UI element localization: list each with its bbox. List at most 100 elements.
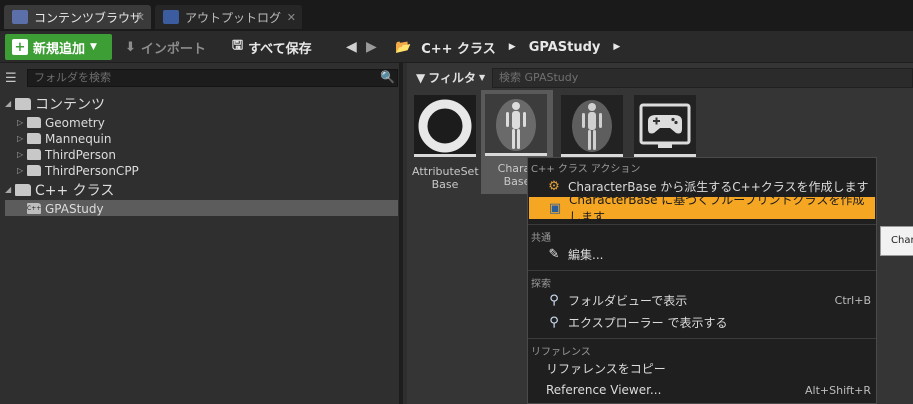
import-icon: ⬇	[125, 39, 136, 55]
menu-item-label: CharacterBase に基づくブループリントクラスを作成します	[569, 193, 865, 224]
collapsed-arrow-icon[interactable]: ▷	[17, 150, 27, 159]
folder-icon	[27, 117, 41, 128]
collapsed-arrow-icon[interactable]: ▷	[17, 118, 27, 127]
breadcrumb-item-gpastudy[interactable]: GPAStudy	[529, 40, 601, 55]
magnifier-icon: ⚲	[549, 314, 559, 330]
save-all-label: すべて保存	[248, 41, 312, 57]
collapsed-arrow-icon[interactable]: ▷	[17, 166, 27, 175]
blueprint-icon: ▣	[548, 200, 562, 216]
add-new-label: 新規追加	[33, 41, 86, 57]
expand-arrow-icon[interactable]: ◢	[5, 185, 15, 194]
chevron-right-icon[interactable]: ▶	[509, 42, 516, 52]
asset-tile-attributesetbase[interactable]: AttributeSet Base	[412, 95, 479, 191]
menu-section-explore: 探索	[531, 279, 551, 290]
menu-item-explorer[interactable]: ⚲ エクスプローラー で表示する	[528, 311, 876, 333]
menu-item-reference-viewer[interactable]: Reference Viewer... Alt+Shift+R	[528, 379, 876, 401]
cpp-folder-icon	[15, 183, 31, 196]
asset-name: AttributeSet Base	[412, 165, 479, 191]
tree-item-geometry[interactable]: ▷ Geometry	[17, 114, 105, 131]
tree-item-label: Mannequin	[45, 131, 112, 146]
breadcrumb-item-cpp-classes[interactable]: C++ クラス	[421, 38, 496, 57]
menu-divider	[528, 270, 876, 271]
chevron-down-icon: ▼	[479, 73, 486, 82]
cpp-folder-icon: C++	[27, 203, 42, 214]
edit-icon: ✎	[548, 246, 560, 262]
menu-item-label: リファレンスをコピー	[546, 361, 666, 376]
folder-search: ☰ フォルダを検索 🔍	[5, 68, 399, 88]
gamepad-icon	[639, 103, 691, 148]
import-button[interactable]: ⬇ インポート	[125, 34, 206, 60]
tree-item-label: ThirdPerson	[45, 147, 116, 162]
folder-open-icon	[15, 97, 31, 110]
ring-icon	[418, 99, 472, 153]
menu-item-folder-view[interactable]: ⚲ フォルダビューで表示 Ctrl+B	[528, 289, 876, 311]
output-log-icon	[163, 10, 179, 24]
tree-item-label: ThirdPersonCPP	[45, 163, 139, 178]
folder-icon	[27, 133, 41, 144]
folder-icon: 📂	[395, 39, 412, 55]
menu-item-copy-reference[interactable]: リファレンスをコピー	[528, 357, 876, 379]
menu-divider	[528, 338, 876, 339]
search-icon[interactable]: 🔍	[380, 70, 395, 84]
tree-item-contents[interactable]: ◢ コンテンツ	[5, 95, 105, 113]
menu-item-edit[interactable]: ✎ 編集...	[528, 243, 876, 265]
tooltip: Char	[880, 226, 913, 256]
tree-item-mannequin[interactable]: ▷ Mannequin	[17, 130, 111, 147]
cpp-class-thumbnail	[414, 95, 476, 157]
tab-output-log[interactable]: アウトプットログ ✕	[155, 5, 302, 29]
filter-label: フィルタ	[428, 71, 476, 85]
toolbar: + 新規追加 ▼ ⬇ インポート 🖫 すべて保存 ◀ ▶ 📂 C++ クラス ▶…	[0, 31, 913, 63]
tree-item-label: C++ クラス	[35, 182, 115, 199]
tree-item-thirdpersoncpp[interactable]: ▷ ThirdPersonCPP	[17, 162, 139, 179]
save-all-button[interactable]: 🖫 すべて保存	[232, 34, 312, 60]
tab-bar: コンテンツブラウザ ✕ アウトプットログ ✕	[0, 0, 913, 31]
asset-name-line2: Base	[431, 178, 459, 191]
folder-icon	[27, 165, 41, 176]
menu-section-reference: リファレンス	[531, 347, 591, 358]
filter-button[interactable]: ▼ フィルタ ▼	[416, 69, 485, 86]
tab-label: アウトプットログ	[185, 10, 282, 25]
asset-search-input[interactable]: 検索 GPAStudy	[492, 68, 913, 88]
save-icon: 🖫	[232, 38, 244, 53]
collapsed-arrow-icon[interactable]: ▷	[17, 134, 27, 143]
menu-item-create-blueprint[interactable]: ▣ CharacterBase に基づくブループリントクラスを作成します	[529, 193, 875, 224]
tree-item-gpastudy[interactable]: C++ GPAStudy	[27, 200, 104, 217]
tree-item-label: Geometry	[45, 115, 105, 130]
menu-item-label: 編集...	[568, 247, 604, 262]
close-icon[interactable]: ✕	[136, 11, 145, 24]
list-options-icon[interactable]: ☰	[5, 71, 22, 86]
menu-section-cpp: C++ クラス アクション	[531, 164, 641, 175]
menu-item-label: フォルダビューで表示	[568, 293, 688, 308]
tree-item-label: GPAStudy	[45, 201, 104, 216]
menu-item-label: エクスプローラー で表示する	[568, 315, 728, 330]
menu-shortcut: Alt+Shift+R	[805, 383, 871, 397]
asset-tile-gamemode[interactable]	[632, 95, 698, 157]
tree-item-label: コンテンツ	[35, 96, 105, 113]
context-menu: C++ クラス アクション ⚙ CharacterBase から派生するC++ク…	[527, 157, 877, 404]
tree-item-thirdperson[interactable]: ▷ ThirdPerson	[17, 146, 116, 163]
folder-search-input[interactable]: フォルダを検索	[27, 69, 398, 87]
asset-tile-character[interactable]	[559, 95, 625, 157]
content-browser-icon	[12, 10, 28, 24]
expand-arrow-icon[interactable]: ◢	[5, 99, 15, 108]
character-icon	[572, 100, 612, 152]
tab-content-browser[interactable]: コンテンツブラウザ ✕	[4, 5, 151, 29]
tree-item-cpp-classes[interactable]: ◢ C++ クラス	[5, 181, 115, 199]
forward-arrow-icon[interactable]: ▶	[366, 39, 377, 55]
cpp-class-icon: ⚙	[548, 178, 560, 194]
menu-shortcut: Ctrl+B	[834, 293, 871, 307]
menu-divider	[528, 224, 876, 225]
cpp-class-thumbnail	[634, 95, 696, 157]
add-new-button[interactable]: + 新規追加 ▼	[5, 34, 112, 60]
asset-name-line1: AttributeSet	[412, 165, 479, 178]
folder-icon	[27, 149, 41, 160]
menu-section-common: 共通	[531, 233, 551, 244]
chevron-right-icon[interactable]: ▶	[613, 42, 620, 52]
character-icon	[496, 99, 536, 151]
import-label: インポート	[140, 41, 206, 57]
magnifier-icon: ⚲	[549, 292, 559, 308]
back-arrow-icon[interactable]: ◀	[346, 39, 357, 55]
close-icon[interactable]: ✕	[287, 11, 296, 24]
folder-tree-panel: ☰ フォルダを検索 🔍 ◢ コンテンツ ▷ Geometry ▷ Mannequ…	[0, 63, 403, 404]
plus-icon: +	[12, 39, 28, 55]
